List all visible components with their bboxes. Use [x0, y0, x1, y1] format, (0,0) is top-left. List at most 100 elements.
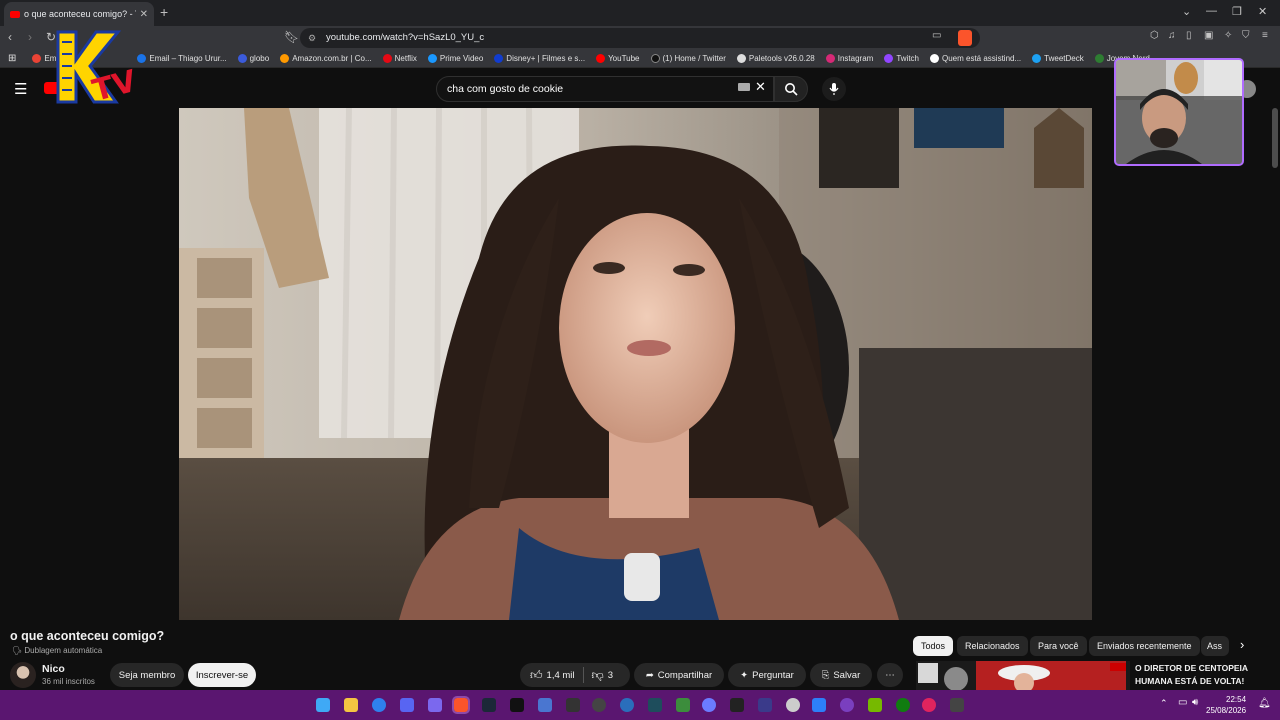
music-icon[interactable]: ♫	[1168, 30, 1176, 41]
browser-tab[interactable]: o que aconteceu comigo? - Y ✕	[4, 2, 154, 26]
tab-search-icon[interactable]: ⌄	[1182, 5, 1191, 18]
start-icon[interactable]	[316, 698, 330, 712]
more-actions-button[interactable]: ⋯	[877, 663, 903, 687]
bookmark-item[interactable]: Instagram	[825, 54, 873, 63]
bookmark-item[interactable]: TweetDeck	[1032, 54, 1084, 63]
bookmark-item[interactable]: YouTube	[596, 54, 640, 63]
bookmark-favicon-icon	[825, 54, 835, 63]
new-tab-icon[interactable]: +	[160, 4, 168, 20]
bookmark-item[interactable]: Em	[32, 54, 56, 63]
volume-icon[interactable]: 🔊︎	[1192, 697, 1198, 708]
reload-icon[interactable]: ↻	[46, 30, 56, 44]
search-button[interactable]	[774, 76, 808, 102]
save-button[interactable]: ⎘ Salvar	[810, 663, 872, 687]
chip-assistidos[interactable]: Ass	[1201, 636, 1229, 656]
steam-icon[interactable]	[482, 698, 496, 712]
browser-icon[interactable]	[372, 698, 386, 712]
chip-todos[interactable]: Todos	[913, 636, 954, 656]
cast-icon[interactable]: ▭	[932, 30, 941, 41]
xbox-icon[interactable]	[896, 698, 910, 712]
chevron-right-icon[interactable]: ›	[1240, 637, 1244, 652]
bookmark-icon[interactable]: 🔖︎	[284, 30, 299, 44]
guide-menu-icon[interactable]: ☰	[14, 80, 27, 98]
epic-games-icon[interactable]	[510, 698, 524, 712]
windows-taskbar	[0, 690, 1280, 720]
bookmark-favicon-icon	[237, 54, 247, 63]
video-player[interactable]	[179, 108, 1092, 620]
close-window-icon[interactable]: ✕	[1258, 5, 1267, 18]
bookmark-item[interactable]: Disney+ | Filmes e s...	[494, 54, 585, 63]
minimize-icon[interactable]: —	[1206, 5, 1217, 17]
app-icon[interactable]	[648, 698, 662, 712]
bookmark-item[interactable]: Quem está assistind...	[930, 54, 1021, 63]
file-explorer-icon[interactable]	[344, 698, 358, 712]
brave-shield-icon[interactable]	[958, 30, 972, 46]
url-field[interactable]: ⚙︎ youtube.com/watch?v=hSazL0_YU_c	[300, 28, 980, 48]
app-icon[interactable]	[922, 698, 936, 712]
forward-icon[interactable]: ›	[28, 30, 32, 44]
recommended-title[interactable]: O DIRETOR DE CENTOPEIA HUMANA ESTÁ DE VO…	[1135, 662, 1248, 688]
taskbar-clock[interactable]: 22:54 25/08/2026	[1206, 694, 1246, 716]
app-icon[interactable]	[428, 698, 442, 712]
tray-chevron-icon[interactable]: ⌃	[1160, 698, 1168, 709]
obs-icon[interactable]	[592, 698, 606, 712]
site-info-icon[interactable]: ⚙︎	[308, 28, 316, 48]
maximize-icon[interactable]: ❐	[1232, 5, 1242, 18]
bookmark-item[interactable]: Amazon.com.br | Co...	[280, 54, 372, 63]
bookmark-favicon-icon	[280, 54, 290, 63]
keyboard-icon[interactable]	[738, 83, 750, 91]
menu-icon[interactable]: ≡	[1262, 30, 1268, 41]
clear-search-icon[interactable]: ✕	[755, 79, 766, 95]
app-icon[interactable]	[538, 698, 552, 712]
bookmark-item[interactable]: Prime Video	[427, 54, 483, 63]
back-icon[interactable]: ‹	[8, 30, 12, 44]
bookmark-favicon-icon	[1094, 54, 1104, 63]
bookmark-favicon-icon	[596, 54, 606, 63]
vpn-icon[interactable]: ⛉	[1242, 30, 1250, 41]
app-icon[interactable]	[702, 698, 716, 712]
app-icon[interactable]	[812, 698, 826, 712]
app-icon[interactable]	[620, 698, 634, 712]
app-icon[interactable]	[676, 698, 690, 712]
subscribe-button[interactable]: Inscrever-se	[188, 663, 256, 687]
sidebar-icon[interactable]: ▯	[1186, 30, 1192, 41]
chip-enviados-recentemente[interactable]: Enviados recentemente	[1089, 636, 1200, 656]
channel-avatar[interactable]	[10, 662, 36, 688]
chip-relacionados[interactable]: Relacionados	[957, 636, 1028, 656]
like-button[interactable]: 👍︎ 1,4 mil	[530, 668, 575, 683]
bookmark-item[interactable]: Email – Thiago Urur...	[137, 54, 227, 63]
join-member-button[interactable]: Seja membro	[110, 663, 184, 687]
share-button[interactable]: ➦ Compartilhar	[634, 663, 724, 687]
bookmark-favicon-icon	[884, 54, 894, 63]
app-icon[interactable]	[730, 698, 744, 712]
app-icon[interactable]	[786, 698, 800, 712]
app-icon[interactable]	[950, 698, 964, 712]
notifications-icon[interactable]: 🔔︎	[1258, 698, 1271, 709]
extensions-icon[interactable]: ⬡	[1150, 30, 1159, 41]
apps-icon[interactable]: ⊞	[8, 53, 16, 64]
bookmark-favicon-icon	[930, 54, 939, 63]
bookmark-item[interactable]: globo	[237, 54, 269, 63]
app-icon[interactable]	[758, 698, 772, 712]
recommended-thumbnail[interactable]	[916, 661, 1130, 691]
ask-button[interactable]: ✦ Perguntar	[728, 663, 806, 687]
voice-search-button[interactable]	[822, 77, 846, 101]
chip-para-voce[interactable]: Para você	[1030, 636, 1087, 656]
search-input[interactable]: cha com gosto de cookie	[436, 76, 774, 102]
bookmark-item[interactable]: (1) Home / Twitter	[650, 54, 726, 63]
nvidia-icon[interactable]	[868, 698, 882, 712]
dislike-button[interactable]: 👎︎ 3	[592, 668, 613, 683]
channel-name[interactable]: Nico	[42, 663, 65, 675]
bookmark-item[interactable]: Twitch	[884, 54, 919, 63]
wallet-icon[interactable]: ▣	[1204, 30, 1213, 41]
bookmark-item[interactable]: Paletools v26.0.28	[736, 54, 815, 63]
bookmark-item[interactable]: Netflix	[382, 54, 417, 63]
leo-ai-icon[interactable]: ✧	[1224, 30, 1232, 41]
app-icon[interactable]	[566, 698, 580, 712]
close-tab-icon[interactable]: ✕	[140, 9, 148, 20]
discord-icon[interactable]	[400, 698, 414, 712]
network-icon[interactable]: ▭	[1178, 697, 1187, 708]
page-scrollbar[interactable]	[1272, 108, 1278, 168]
app-icon[interactable]	[840, 698, 854, 712]
brave-icon[interactable]	[452, 696, 470, 714]
